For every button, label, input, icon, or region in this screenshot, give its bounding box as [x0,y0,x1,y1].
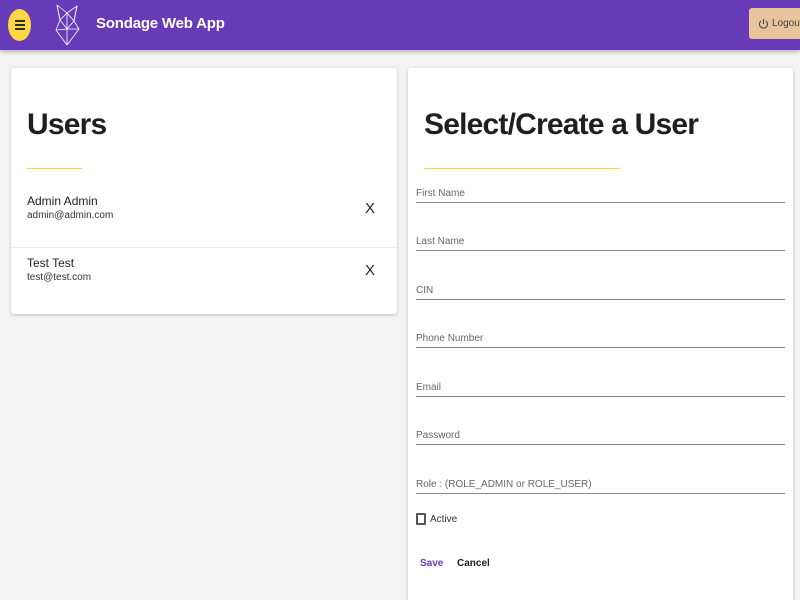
logout-button[interactable]: Logout [749,8,800,39]
users-card: Users Admin Admin admin@admin.com X Test… [11,68,397,314]
user-email: admin@admin.com [27,210,114,221]
role-field [416,470,785,494]
form-title-underline [424,168,620,169]
app-title: Sondage Web App [96,15,225,32]
users-title-underline [27,168,82,169]
password-input[interactable] [416,430,785,441]
power-icon [758,18,769,29]
user-form-card: Select/Create a User Active Save Cancel [408,68,793,600]
menu-button[interactable] [8,9,31,41]
user-name: Test Test [27,256,75,270]
user-email: test@test.com [27,272,92,283]
app-toolbar: Sondage Web App Logout [0,0,800,50]
last-name-input[interactable] [416,236,785,247]
cin-input[interactable] [416,285,785,296]
email-input[interactable] [416,382,785,393]
active-checkbox[interactable] [416,513,426,525]
password-field [416,421,785,445]
app-logo-icon [55,4,80,46]
user-list-item[interactable]: Test Test test@test.com X [11,248,397,310]
phone-number-input[interactable] [416,333,785,344]
phone-number-field [416,324,785,348]
first-name-field [416,179,785,203]
form-title: Select/Create a User [424,108,699,141]
delete-user-button[interactable]: X [363,262,377,279]
email-field [416,373,785,397]
user-name: Admin Admin [27,194,98,208]
last-name-field [416,227,785,251]
role-input[interactable] [416,479,785,490]
logout-label: Logout [772,18,800,29]
users-title: Users [27,108,107,141]
delete-user-button[interactable]: X [363,200,377,217]
active-label: Active [430,513,458,525]
cancel-button[interactable]: Cancel [457,558,490,569]
active-checkbox-row[interactable]: Active [416,513,457,525]
cin-field [416,276,785,300]
hamburger-menu-icon [14,19,25,31]
save-button[interactable]: Save [420,558,443,569]
first-name-input[interactable] [416,188,785,199]
user-list-item[interactable]: Admin Admin admin@admin.com X [11,186,397,248]
